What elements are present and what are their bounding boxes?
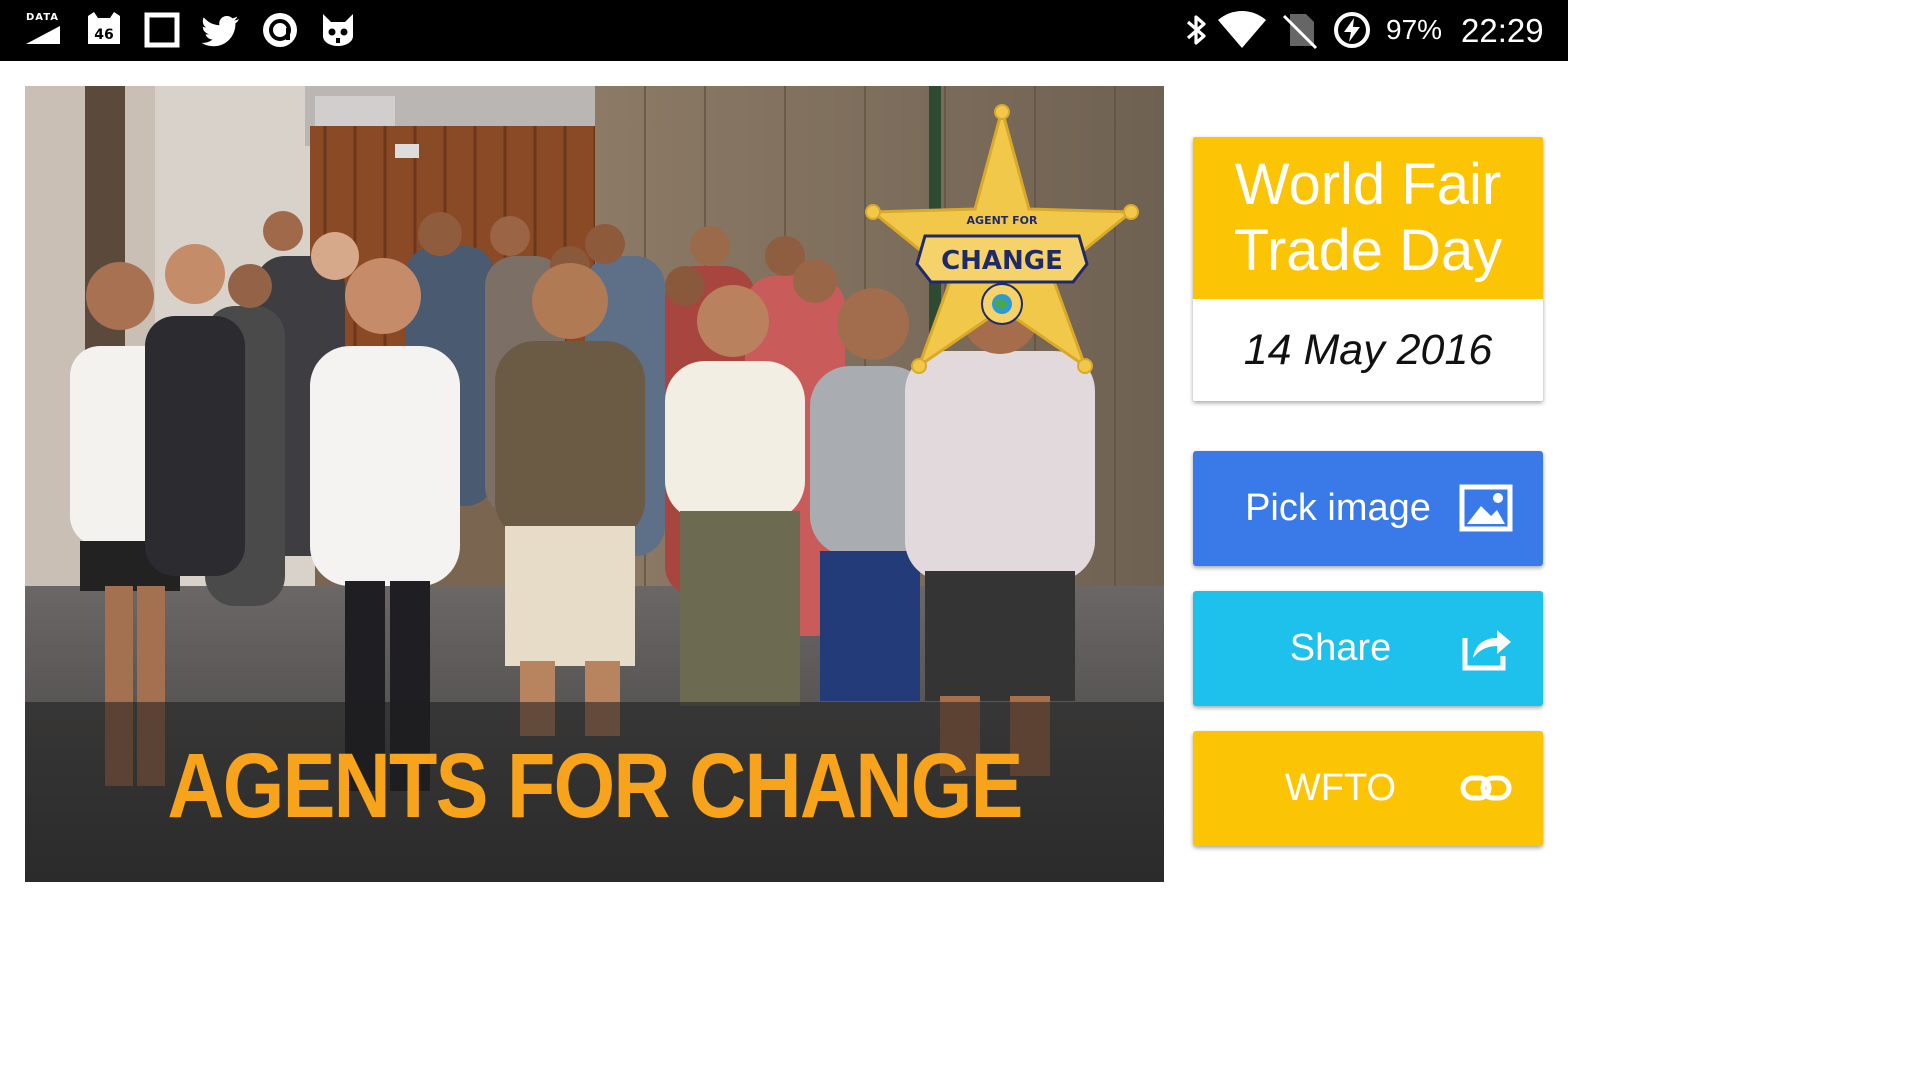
data-label: DATA (26, 12, 60, 23)
event-card: World Fair Trade Day 14 May 2016 (1193, 137, 1543, 401)
battery-percent: 97% (1386, 14, 1443, 45)
bluetooth-icon (1176, 10, 1216, 50)
wfto-link-button[interactable]: WFTO (1193, 731, 1543, 846)
data-signal-icon: DATA (24, 10, 64, 50)
share-button[interactable]: Share (1193, 591, 1543, 706)
at-sign-icon (260, 10, 300, 50)
link-icon (1460, 775, 1512, 801)
svg-text:CHANGE: CHANGE (941, 246, 1063, 276)
image-icon (1459, 484, 1513, 532)
svg-text:AGENT FOR: AGENT FOR (967, 214, 1038, 227)
cat-app-icon (318, 10, 358, 50)
square-icon (142, 10, 182, 50)
wfto-label: WFTO (1284, 767, 1397, 809)
photo-caption: AGENTS FOR CHANGE (167, 735, 1023, 837)
agents-photo: AGENTS FOR CHANGE AGENT FOR CHANGE (25, 86, 1164, 882)
notification-46-icon: 46 (84, 10, 124, 50)
no-sim-icon (1280, 10, 1320, 50)
share-label: Share (1289, 627, 1392, 669)
twitter-icon (201, 10, 242, 50)
clock: 22:29 (1461, 12, 1544, 49)
svg-text:46: 46 (94, 27, 113, 43)
wifi-icon (1216, 10, 1268, 50)
pick-image-label: Pick image (1245, 487, 1431, 529)
status-bar: DATA 46 97% 22:29 (0, 0, 1568, 61)
share-icon (1462, 630, 1511, 671)
battery-charging-icon (1332, 10, 1372, 50)
event-date: 14 May 2016 (1243, 325, 1493, 374)
pick-image-button[interactable]: Pick image (1193, 451, 1543, 566)
event-title: World Fair Trade Day (1193, 137, 1543, 299)
agent-for-change-badge-icon: AGENT FOR CHANGE (865, 104, 1139, 374)
